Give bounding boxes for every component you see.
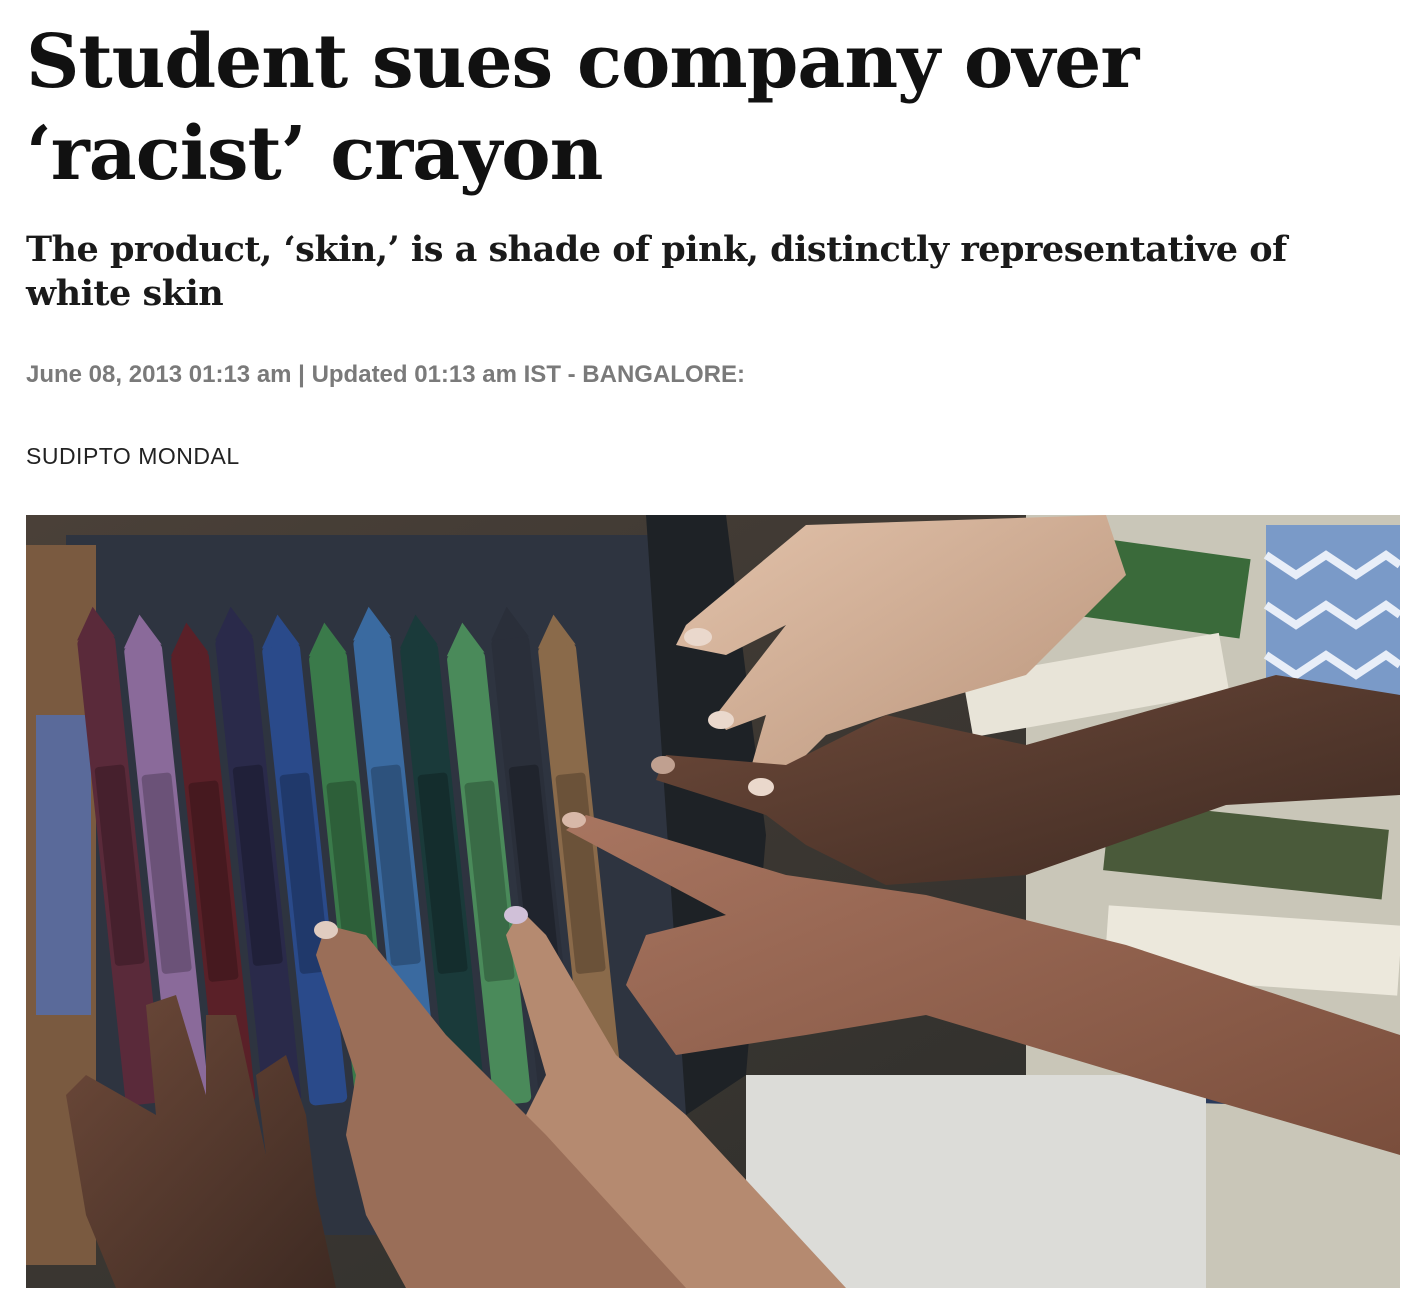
crayon-box-map <box>36 715 91 1015</box>
article: Student sues company over ‘racist’ crayo… <box>26 0 1400 470</box>
fingernail <box>504 906 528 924</box>
fingernail <box>314 921 338 939</box>
photo-illustration <box>26 515 1400 1288</box>
fingernail <box>748 778 774 796</box>
headline-line-1: Student sues company over <box>26 19 1139 105</box>
article-dateline: June 08, 2013 01:13 am | Updated 01:13 a… <box>26 361 745 388</box>
fingernail <box>708 711 734 729</box>
article-subheadline: The product, ‘skin,’ is a shade of pink,… <box>26 229 1287 314</box>
fingernail <box>651 756 675 774</box>
fingernail <box>684 628 712 646</box>
article-headline: Student sues company over ‘racist’ crayo… <box>26 0 1400 200</box>
headline-line-2: ‘racist’ crayon <box>26 111 603 197</box>
article-photo <box>26 515 1400 1288</box>
article-author[interactable]: SUDIPTO MONDAL <box>26 442 1400 470</box>
fingernail <box>562 812 586 828</box>
